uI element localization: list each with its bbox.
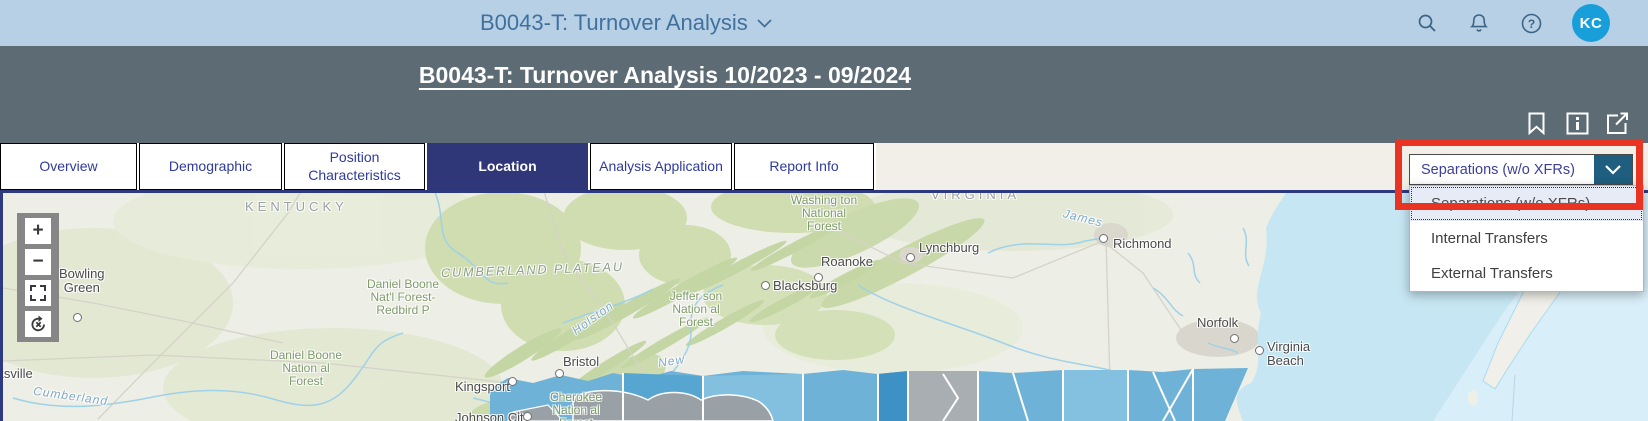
info-icon[interactable] (1565, 111, 1589, 135)
tab-label: Analysis Application (599, 157, 723, 174)
shell-title[interactable]: B0043-T: Turnover Analysis (480, 0, 772, 46)
city-dot (555, 369, 564, 378)
report-title: B0043-T: Turnover Analysis 10/2023 - 09/… (418, 62, 912, 88)
report-header: B0043-T: Turnover Analysis 10/2023 - 09/… (0, 46, 1648, 143)
shell-topbar: B0043-T: Turnover Analysis ? KC (0, 0, 1648, 46)
marquee-icon (30, 285, 46, 301)
city-dot (1230, 334, 1239, 343)
tab-position-characteristics[interactable]: Position Characteristics (284, 143, 425, 190)
reset-icon (31, 315, 45, 331)
measure-dropdown-list: Separations (w/o XFRs) Internal Transfer… (1409, 185, 1644, 292)
map-controls: + − (17, 213, 59, 342)
tab-demographic[interactable]: Demographic (139, 143, 282, 190)
geo-map[interactable]: KENTUCKY VIRGINIA CUMBERLAND PLATEAU Was… (0, 190, 1648, 421)
measure-select-value: Separations (w/o XFRs) (1421, 161, 1575, 178)
tab-label: Location (478, 157, 537, 174)
tab-label: Position Characteristics (308, 149, 401, 183)
dropdown-option-separations[interactable]: Separations (w/o XFRs) (1410, 186, 1643, 221)
dropdown-option-external-transfers[interactable]: External Transfers (1410, 256, 1643, 291)
box-select-button[interactable] (25, 280, 51, 306)
measure-select-arrow[interactable] (1594, 155, 1632, 184)
city-dot (814, 273, 823, 282)
city-dot (508, 377, 517, 386)
svg-text:?: ? (1527, 17, 1534, 31)
bookmark-icon[interactable] (1524, 111, 1548, 135)
reset-zoom-button[interactable] (25, 311, 51, 337)
tab-label: Demographic (168, 157, 253, 174)
user-avatar[interactable]: KC (1572, 4, 1610, 42)
notifications-bell-icon[interactable] (1468, 12, 1490, 34)
city-dot (1255, 346, 1264, 355)
app-window: B0043-T: Turnover Analysis ? KC B0043-T:… (0, 0, 1648, 421)
chevron-down-icon (1605, 164, 1621, 175)
city-dot (523, 412, 532, 421)
dropdown-option-internal-transfers[interactable]: Internal Transfers (1410, 221, 1643, 256)
measure-select[interactable]: Separations (w/o XFRs) (1409, 154, 1633, 185)
shell-title-text: B0043-T: Turnover Analysis (480, 10, 748, 35)
tab-label: Overview (39, 157, 98, 174)
share-export-icon[interactable] (1606, 111, 1630, 135)
tab-location[interactable]: Location (427, 143, 588, 190)
shell-actions: ? KC (1416, 0, 1610, 46)
help-icon[interactable]: ? (1520, 12, 1542, 34)
tab-strip: Overview Demographic Position Characteri… (0, 143, 1648, 190)
tab-report-info[interactable]: Report Info (734, 143, 874, 190)
map-canvas (3, 193, 1648, 421)
city-dot (73, 313, 82, 322)
chevron-down-icon (757, 18, 772, 28)
tab-overview[interactable]: Overview (0, 143, 137, 190)
zoom-in-button[interactable]: + (25, 218, 51, 244)
tab-analysis-application[interactable]: Analysis Application (590, 143, 732, 190)
zoom-out-button[interactable]: − (25, 249, 51, 275)
city-dot (761, 281, 770, 290)
report-actions (1524, 111, 1630, 135)
city-dot (1099, 234, 1108, 243)
tab-label: Report Info (769, 157, 839, 174)
city-dot (906, 253, 915, 262)
search-icon[interactable] (1416, 12, 1438, 34)
